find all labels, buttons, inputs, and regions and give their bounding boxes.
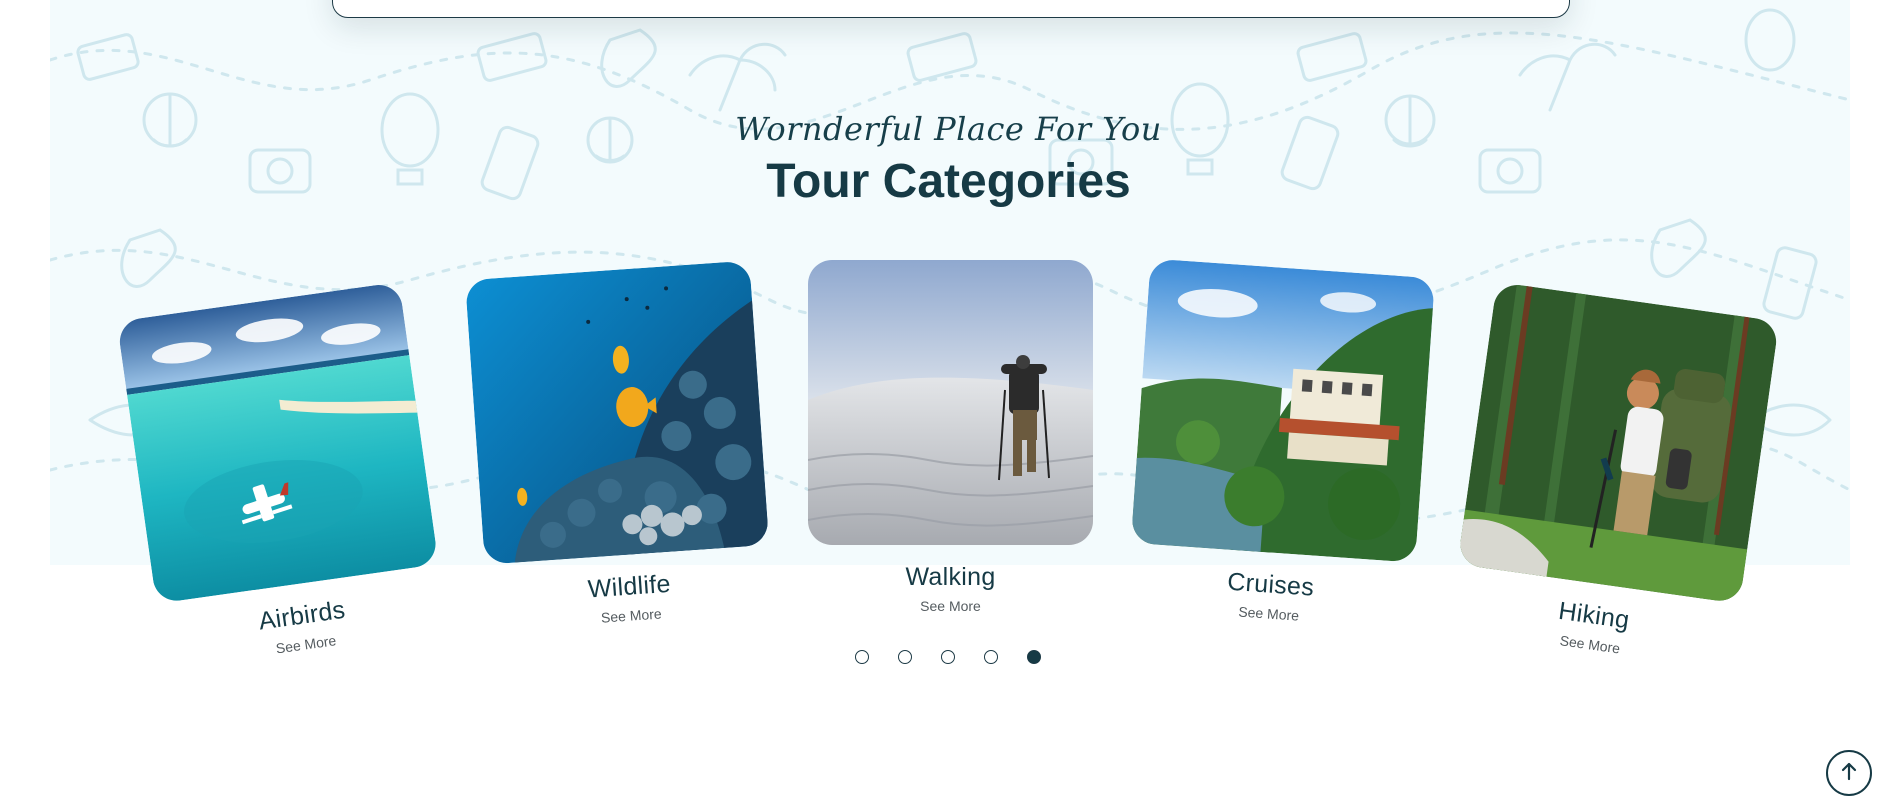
- carousel-dot-3[interactable]: [941, 650, 955, 664]
- search-panel: [332, 0, 1570, 18]
- coral-reef-image: [465, 260, 770, 565]
- forest-backpacker-image: [1457, 281, 1780, 604]
- scroll-to-top-button[interactable]: [1826, 750, 1872, 796]
- category-card-walking[interactable]: Walking See More: [808, 260, 1093, 614]
- category-card-wildlife[interactable]: Wildlife See More: [465, 260, 774, 633]
- category-card-cruises[interactable]: Cruises See More: [1126, 258, 1435, 631]
- seaplane-lagoon-image: [116, 281, 439, 604]
- carousel-pagination: [855, 650, 1045, 668]
- section-title: Tour Categories: [766, 155, 1131, 208]
- carousel-dot-1[interactable]: [855, 650, 869, 664]
- carousel-dot-5[interactable]: [1027, 650, 1041, 664]
- carousel-dot-2[interactable]: [898, 650, 912, 664]
- carousel-dot-4[interactable]: [984, 650, 998, 664]
- category-card-hiking[interactable]: Hiking See More: [1448, 281, 1780, 672]
- category-card-airbirds[interactable]: Airbirds See More: [116, 281, 448, 672]
- arrow-up-icon: [1839, 752, 1859, 786]
- desert-walker-image: [808, 260, 1093, 545]
- lakeside-resort-image: [1130, 258, 1435, 563]
- section-subtitle: Wornderful Place For You: [735, 110, 1162, 148]
- category-title: Walking: [905, 563, 996, 591]
- see-more-link[interactable]: See More: [808, 598, 1093, 614]
